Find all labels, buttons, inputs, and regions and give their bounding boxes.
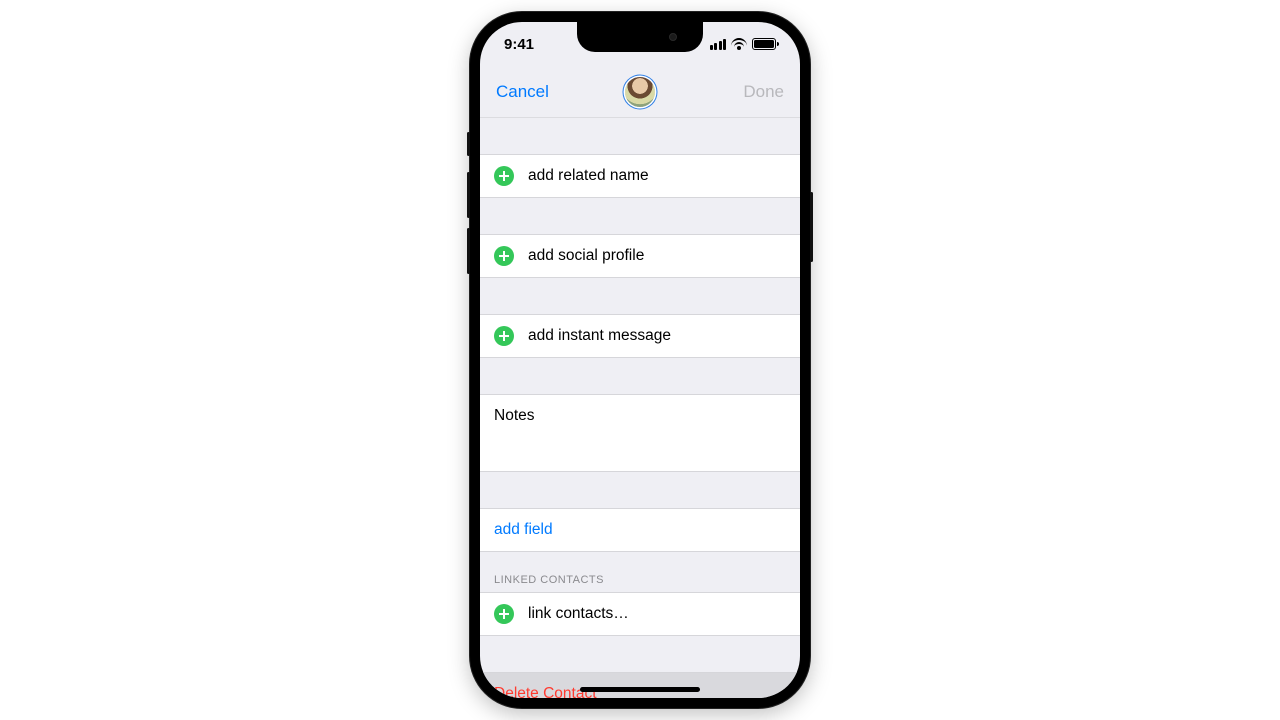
wifi-icon [731, 38, 747, 50]
spacer [480, 358, 800, 394]
phone-frame: 9:41 Cancel Done add related name [470, 12, 810, 708]
add-instant-message-row[interactable]: add instant message [480, 314, 800, 358]
row-label: link contacts… [528, 605, 629, 623]
contact-avatar[interactable] [625, 77, 655, 107]
spacer [480, 472, 800, 508]
add-field-row[interactable]: add field [480, 508, 800, 552]
home-indicator [580, 687, 700, 692]
volume-up-button [467, 172, 470, 218]
row-label: add instant message [528, 327, 671, 345]
link-contacts-row[interactable]: link contacts… [480, 592, 800, 636]
row-label: add field [494, 521, 553, 539]
screen: 9:41 Cancel Done add related name [480, 22, 800, 698]
status-time: 9:41 [504, 36, 534, 53]
cancel-button[interactable]: Cancel [496, 82, 549, 102]
mute-switch [467, 132, 470, 156]
spacer [480, 636, 800, 672]
nav-bar: Cancel Done [480, 66, 800, 118]
notes-field[interactable]: Notes [480, 394, 800, 472]
spacer [480, 278, 800, 314]
row-label: add related name [528, 167, 649, 185]
delete-contact-row[interactable]: Delete Contact [480, 672, 800, 698]
plus-icon [494, 246, 514, 266]
notch [577, 22, 703, 52]
front-camera-icon [669, 33, 677, 41]
side-button [810, 192, 813, 262]
canvas: 9:41 Cancel Done add related name [0, 0, 1280, 720]
spacer [480, 118, 800, 154]
battery-icon [752, 38, 776, 50]
spacer [480, 198, 800, 234]
cellular-icon [710, 39, 727, 50]
volume-down-button [467, 228, 470, 274]
plus-icon [494, 604, 514, 624]
row-label: add social profile [528, 247, 644, 265]
linked-contacts-header: LINKED CONTACTS [480, 552, 800, 592]
notes-label: Notes [494, 407, 535, 425]
edit-contact-form: add related name add social profile add … [480, 118, 800, 698]
plus-icon [494, 326, 514, 346]
plus-icon [494, 166, 514, 186]
add-related-name-row[interactable]: add related name [480, 154, 800, 198]
done-button[interactable]: Done [743, 82, 784, 102]
add-social-profile-row[interactable]: add social profile [480, 234, 800, 278]
